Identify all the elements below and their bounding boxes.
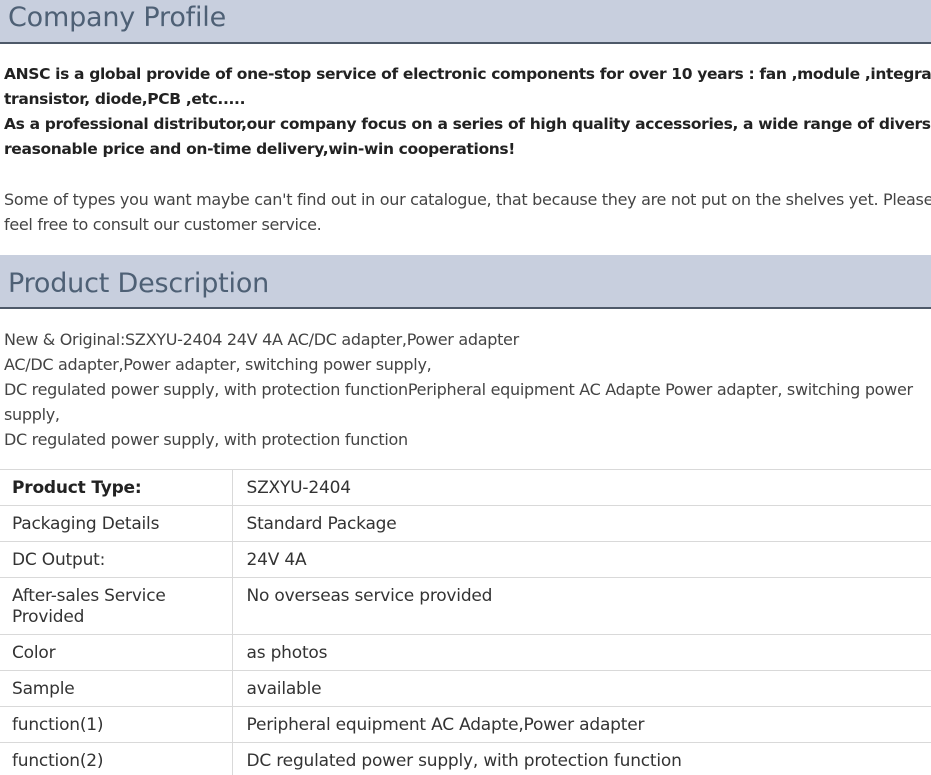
spec-row: DC Output: 24V 4A — [0, 541, 931, 578]
product-page: Company Profile ANSC is a global provide… — [0, 0, 931, 775]
description-line: supply, — [4, 405, 60, 424]
spec-row: Product Type: SZXYU-2404 — [0, 469, 931, 506]
company-profile-title: Company Profile — [8, 2, 226, 33]
spec-row: After-sales Service Provided No overseas… — [0, 577, 931, 635]
spec-row: function(1) Peripheral equipment AC Adap… — [0, 706, 931, 743]
spec-label: function(2) — [0, 742, 233, 775]
company-intro-line: As a professional distributor,our compan… — [4, 115, 931, 133]
company-intro: ANSC is a global provide of one-stop ser… — [4, 62, 931, 162]
spec-label: Color — [0, 634, 233, 671]
spec-value: available — [232, 670, 931, 707]
spec-row: function(2) DC regulated power supply, w… — [0, 742, 931, 775]
description-line: AC/DC adapter,Power adapter, switching p… — [4, 355, 432, 374]
spec-label: After-sales Service Provided — [0, 577, 233, 635]
description-line: DC regulated power supply, with protecti… — [4, 430, 408, 449]
spec-label: DC Output: — [0, 541, 233, 578]
spec-row: Color as photos — [0, 634, 931, 671]
spec-value: Standard Package — [232, 505, 931, 542]
spec-value: SZXYU-2404 — [232, 469, 931, 506]
product-description-title: Product Description — [8, 268, 270, 299]
spec-value: Peripheral equipment AC Adapte,Power ada… — [232, 706, 931, 743]
company-intro-line: ANSC is a global provide of one-stop ser… — [4, 65, 931, 83]
spec-label: Sample — [0, 670, 233, 707]
specifications-table: Product Type: SZXYU-2404 Packaging Detai… — [0, 469, 931, 775]
spec-label: function(1) — [0, 706, 233, 743]
spec-label: Product Type: — [0, 469, 233, 506]
company-intro-line: transistor, diode,PCB ,etc..... — [4, 90, 246, 108]
spec-value: as photos — [232, 634, 931, 671]
company-profile-header: Company Profile — [0, 0, 931, 44]
catalogue-note-line: Some of types you want maybe can't find … — [4, 190, 931, 209]
spec-value: 24V 4A — [232, 541, 931, 578]
catalogue-note: Some of types you want maybe can't find … — [4, 187, 931, 237]
company-intro-line: reasonable price and on-time delivery,wi… — [4, 140, 516, 158]
description-line: DC regulated power supply, with protecti… — [4, 380, 913, 399]
spec-value: DC regulated power supply, with protecti… — [232, 742, 931, 775]
catalogue-note-line: feel free to consult our customer servic… — [4, 215, 322, 234]
product-description-header: Product Description — [0, 255, 931, 309]
spec-value: No overseas service provided — [232, 577, 931, 635]
product-description-text: New & Original:SZXYU-2404 24V 4A AC/DC a… — [4, 327, 929, 452]
spec-row: Packaging Details Standard Package — [0, 505, 931, 542]
spec-label: Packaging Details — [0, 505, 233, 542]
spec-row: Sample available — [0, 670, 931, 707]
description-line: New & Original:SZXYU-2404 24V 4A AC/DC a… — [4, 330, 519, 349]
